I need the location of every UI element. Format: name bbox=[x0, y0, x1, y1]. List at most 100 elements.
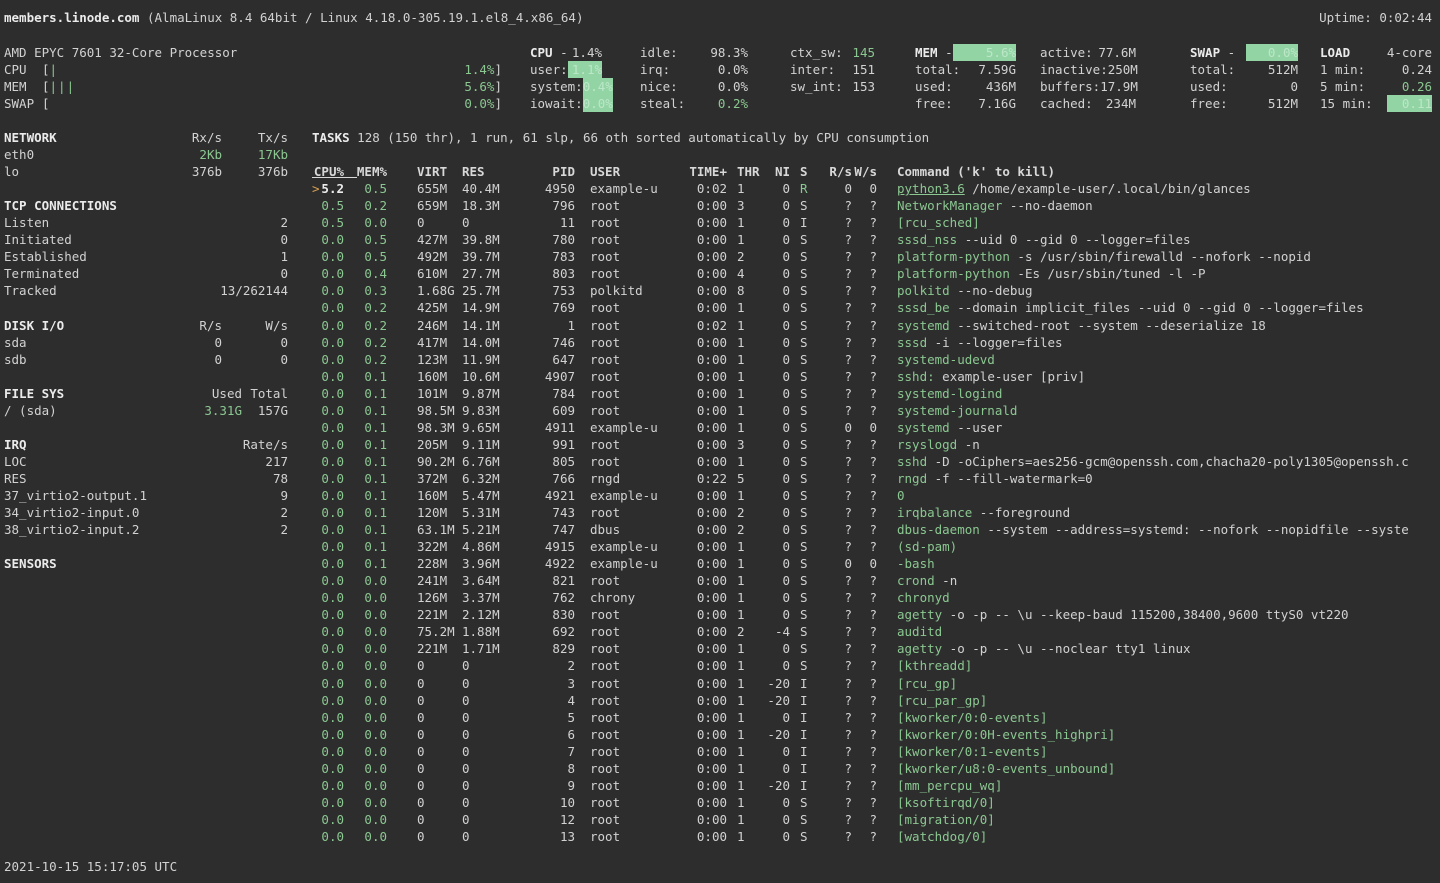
cell-cpu: 0.0 bbox=[312, 692, 344, 709]
cell-ni: 0 bbox=[757, 419, 790, 436]
cell-time: 0:02 bbox=[682, 180, 727, 197]
cell-res: 14.1M bbox=[462, 317, 515, 334]
cell-user: root bbox=[590, 299, 682, 316]
tasks-title: TASKS bbox=[312, 130, 350, 145]
cell-mem: 0.0 bbox=[355, 675, 387, 692]
cell-write-rate: ? bbox=[852, 623, 877, 640]
cell-res: 0 bbox=[462, 777, 515, 794]
cell-write-rate: ? bbox=[852, 282, 877, 299]
stat-row: iowait:0.0% bbox=[530, 95, 602, 112]
cell-state: S bbox=[800, 436, 815, 453]
command-args: -f --fill-watermark=0 bbox=[927, 471, 1093, 486]
cell-write-rate: ? bbox=[852, 402, 877, 419]
mem-total-percent: 5.6% bbox=[953, 44, 1016, 61]
header-ws: W/s bbox=[852, 163, 877, 180]
header-res: RES bbox=[462, 163, 515, 180]
cell-virt: 0 bbox=[417, 657, 462, 674]
cell-pid: 4950 bbox=[515, 180, 575, 197]
irq-title: IRQ bbox=[4, 436, 148, 453]
swap-panel: SWAP-0.0% total:512M used:0 free:512M bbox=[1190, 44, 1298, 112]
command-args: --no-debug bbox=[950, 283, 1033, 298]
cpu-model: AMD EPYC 7601 32-Core Processor bbox=[4, 44, 502, 61]
process-row: 0.0 0.5 492M 39.7M 783 root 0:00 2 0 S ?… bbox=[312, 248, 1440, 265]
cell-time: 0:00 bbox=[682, 334, 727, 351]
cell-virt: 425M bbox=[417, 299, 462, 316]
filesys-row: / (sda)3.31G157G bbox=[4, 402, 288, 419]
cell-mem: 0.0 bbox=[355, 640, 387, 657]
cell-cpu: 0.0 bbox=[312, 368, 344, 385]
cell-state: I bbox=[800, 726, 815, 743]
stat-row: active:77.6M bbox=[1040, 44, 1136, 61]
cell-time: 0:00 bbox=[682, 282, 727, 299]
cell-mem: 0.5 bbox=[355, 231, 387, 248]
mem-panel: MEM-5.6% total:7.59G used:436M free:7.16… bbox=[915, 44, 1016, 112]
cell-user: example-u bbox=[590, 180, 682, 197]
command-args: example-user [priv] bbox=[935, 369, 1086, 384]
command-args: --uid 0 --gid 0 --logger=files bbox=[957, 232, 1190, 247]
cell-pid: 4921 bbox=[515, 487, 575, 504]
cell-ni: 0 bbox=[757, 760, 790, 777]
quicklook-bar-row: CPU[|1.4%] bbox=[4, 61, 502, 78]
cell-ni: 0 bbox=[757, 197, 790, 214]
cell-command: 0 bbox=[897, 487, 1440, 504]
stat-row: used:436M bbox=[915, 78, 1016, 95]
host-title: members.linode.com (AlmaLinux 8.4 64bit … bbox=[4, 9, 1319, 26]
cell-mem: 0.0 bbox=[355, 692, 387, 709]
process-row: 0.0 0.1 90.2M 6.76M 805 root 0:00 1 0 S … bbox=[312, 453, 1440, 470]
cell-ni: 0 bbox=[757, 282, 790, 299]
cell-command: systemd-logind bbox=[897, 385, 1440, 402]
cell-state: S bbox=[800, 589, 815, 606]
cpu-panel-2: idle:98.3% irq:0.0% nice:0.0% steal:0.2% bbox=[640, 44, 748, 112]
stat-row: 5 min:0.26 bbox=[1320, 78, 1432, 95]
cell-state: S bbox=[800, 572, 815, 589]
cell-state: S bbox=[800, 470, 815, 487]
cell-ni: 0 bbox=[757, 402, 790, 419]
cell-virt: 417M bbox=[417, 334, 462, 351]
cell-virt: 610M bbox=[417, 265, 462, 282]
cell-user: root bbox=[590, 334, 682, 351]
cell-ni: -20 bbox=[757, 692, 790, 709]
cell-command: [kworker/u8:0-events_unbound] bbox=[897, 760, 1440, 777]
process-row: 0.0 0.0 0 0 4 root 0:00 1 -20 I ? ? [rcu… bbox=[312, 692, 1440, 709]
cell-virt: 0 bbox=[417, 692, 462, 709]
cell-thr: 1 bbox=[737, 606, 757, 623]
command-args: -n bbox=[957, 437, 980, 452]
cell-read-rate: ? bbox=[815, 657, 852, 674]
cell-state: S bbox=[800, 334, 815, 351]
cell-mem: 0.0 bbox=[355, 589, 387, 606]
cell-virt: 0 bbox=[417, 214, 462, 231]
stat-row: total:512M bbox=[1190, 61, 1298, 78]
cell-thr: 1 bbox=[737, 657, 757, 674]
cell-mem: 0.0 bbox=[355, 572, 387, 589]
cell-thr: 1 bbox=[737, 214, 757, 231]
cell-write-rate: 0 bbox=[852, 555, 877, 572]
header-user: USER bbox=[590, 163, 682, 180]
cpu-panel-title: CPU bbox=[530, 45, 553, 60]
cell-res: 2.12M bbox=[462, 606, 515, 623]
process-panel: TASKS 128 (150 thr), 1 run, 61 slp, 66 o… bbox=[312, 129, 1440, 845]
cell-time: 0:00 bbox=[682, 368, 727, 385]
cell-user: root bbox=[590, 385, 682, 402]
stat-row: 1 min:0.24 bbox=[1320, 61, 1432, 78]
cell-time: 0:00 bbox=[682, 606, 727, 623]
cell-res: 0 bbox=[462, 726, 515, 743]
cell-read-rate: ? bbox=[815, 777, 852, 794]
cell-pid: 13 bbox=[515, 828, 575, 845]
cell-mem: 0.1 bbox=[355, 470, 387, 487]
cell-virt: 0 bbox=[417, 794, 462, 811]
cell-user: root bbox=[590, 760, 682, 777]
cell-time: 0:00 bbox=[682, 777, 727, 794]
cell-ni: 0 bbox=[757, 811, 790, 828]
cell-res: 0 bbox=[462, 811, 515, 828]
cell-ni: 0 bbox=[757, 794, 790, 811]
header-time: TIME+ bbox=[682, 163, 727, 180]
network-section: NETWORKRx/sTx/s eth02Kb17Kb lo376b376b bbox=[4, 129, 288, 180]
quicklook-bar-percent: 0.0% bbox=[464, 95, 494, 112]
cell-user: root bbox=[590, 794, 682, 811]
cell-read-rate: ? bbox=[815, 606, 852, 623]
cpu-panel-3: ctx_sw:145 inter:151 sw_int:153 bbox=[790, 44, 875, 95]
cell-pid: 10 bbox=[515, 794, 575, 811]
glances-terminal-screen[interactable]: members.linode.com (AlmaLinux 8.4 64bit … bbox=[0, 0, 1440, 883]
header-rs: R/s bbox=[815, 163, 852, 180]
stat-row: total:7.59G bbox=[915, 61, 1016, 78]
